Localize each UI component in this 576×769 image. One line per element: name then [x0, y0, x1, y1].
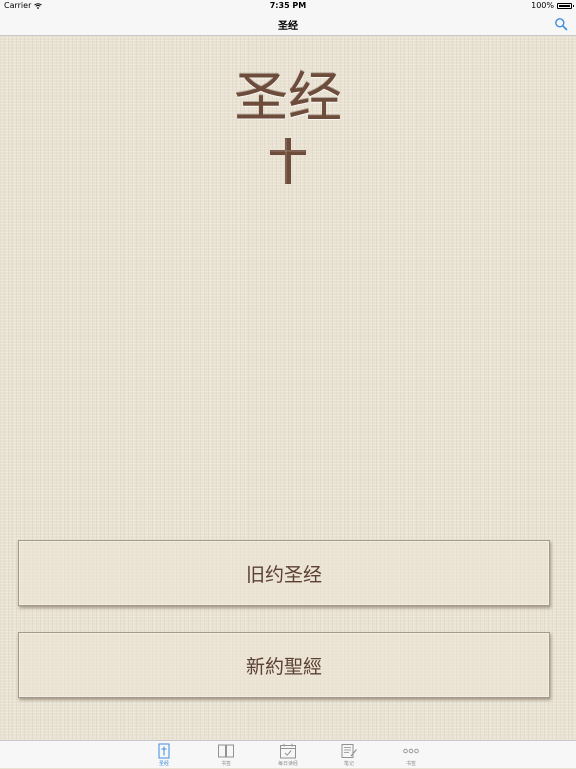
- notepad-pencil-icon: [341, 744, 357, 758]
- status-bar: Carrier 7:35 PM 100%: [0, 0, 576, 12]
- tab-label: 每日读经: [277, 761, 298, 767]
- status-right: 100%: [531, 1, 574, 10]
- battery-fill: [559, 4, 570, 7]
- navigation-bar: 圣经: [0, 12, 576, 36]
- tab-notes[interactable]: 笔记: [327, 741, 371, 769]
- nav-title: 圣经: [278, 21, 298, 32]
- battery-percent: 100%: [531, 1, 554, 10]
- tab-label: 书签: [220, 761, 231, 767]
- calendar-check-icon: [280, 743, 296, 759]
- main-title: 圣经: [234, 66, 342, 129]
- tab-bar: 圣经 书签 每日读经 笔记 书签: [0, 740, 576, 768]
- search-button[interactable]: [554, 16, 568, 31]
- tab-label: 圣经: [158, 761, 169, 767]
- cross-icon: [270, 138, 306, 184]
- status-time: 7:35 PM: [269, 1, 307, 10]
- content-area: 圣经 旧约圣经 新約聖經: [0, 36, 576, 740]
- tab-daily-reading[interactable]: 每日读经: [266, 741, 310, 769]
- tab-bookmarks[interactable]: 书签: [204, 741, 248, 769]
- battery-icon: [557, 2, 574, 9]
- tab-more[interactable]: 书签: [389, 741, 433, 769]
- tab-bible[interactable]: 圣经: [142, 741, 186, 769]
- more-dots-icon: [403, 748, 419, 754]
- search-icon: [555, 18, 568, 31]
- tab-label: 笔记: [343, 761, 354, 767]
- new-testament-button[interactable]: 新約聖經: [18, 632, 550, 698]
- bible-cross-icon: [158, 743, 170, 759]
- old-testament-button[interactable]: 旧约圣经: [18, 540, 550, 606]
- tab-label: 书签: [405, 761, 416, 767]
- open-book-icon: [218, 744, 234, 758]
